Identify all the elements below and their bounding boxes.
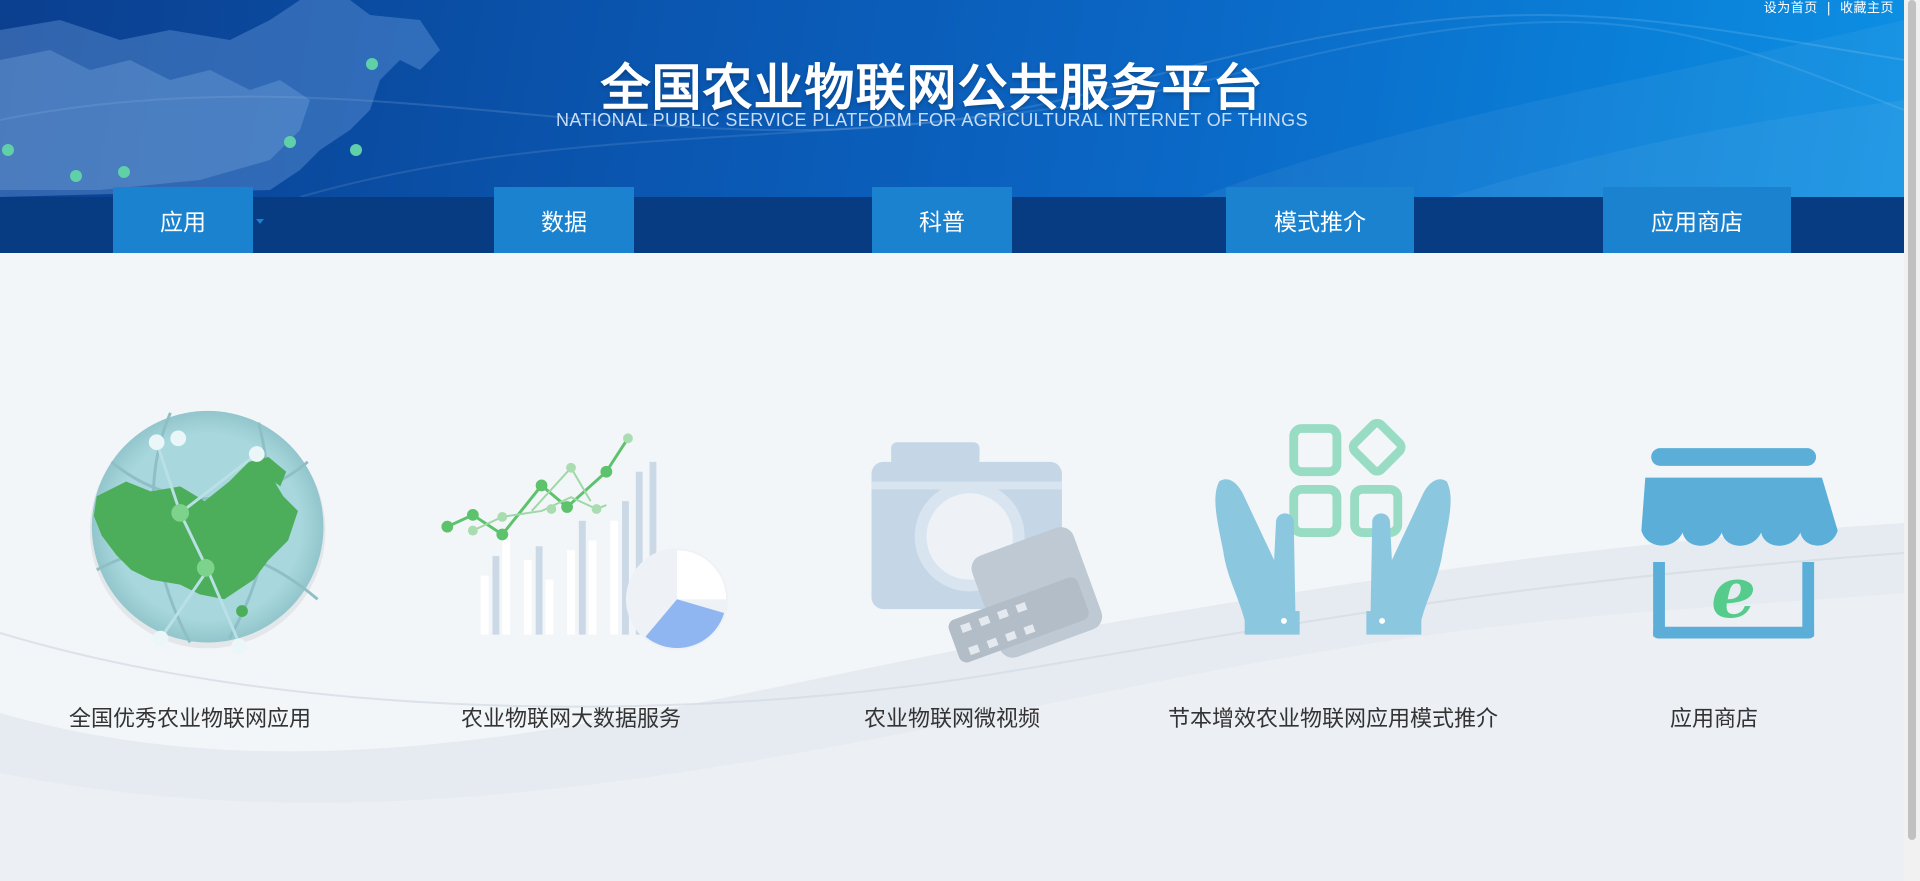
set-home-link[interactable]: 设为首页 (1764, 1, 1818, 16)
card-big-data[interactable]: 农业物联网大数据服务 (381, 403, 761, 733)
big-data-chart-icon (441, 433, 729, 651)
vertical-scrollbar[interactable] (1904, 0, 1920, 881)
card-label: 节本增效农业物联网应用模式推介 (1167, 707, 1498, 732)
scrollbar-thumb[interactable] (1908, 0, 1916, 840)
card-label: 全国优秀农业物联网应用 (68, 707, 311, 732)
hands-apps-icon (1215, 418, 1451, 635)
top-links: 设为首页 | 收藏主页 (1764, 0, 1894, 16)
e-store-icon: e (1641, 448, 1838, 639)
card-micro-video[interactable]: 农业物联网微视频 (762, 403, 1142, 733)
main-content: 全国优秀农业物联网应用 农业物联网大数据服务 农业物联网微视频 节本增效农业物联… (0, 253, 1904, 881)
card-label: 农业物联网大数据服务 (460, 707, 681, 732)
top-links-separator: | (1826, 1, 1832, 16)
card-label: 农业物联网微视频 (863, 707, 1040, 732)
card-excellent-applications[interactable]: 全国优秀农业物联网应用 (0, 403, 380, 733)
nav-tab-apps[interactable]: 应用 (113, 187, 253, 253)
header-banner: 设为首页 | 收藏主页 全国农业物联网公共服务平台 NATIONAL PUBLI… (0, 0, 1904, 197)
svg-text:e: e (1711, 551, 1756, 634)
card-model-recommendation[interactable]: 节本增效农业物联网应用模式推介 (1143, 403, 1523, 733)
card-app-store[interactable]: e 应用商店 (1524, 403, 1904, 733)
card-label: 应用商店 (1669, 707, 1758, 732)
nav-dropdown-indicator-icon (256, 219, 264, 224)
site-subtitle: NATIONAL PUBLIC SERVICE PLATFORM FOR AGR… (556, 110, 1308, 130)
nav-tab-model-recommend[interactable]: 模式推介 (1226, 187, 1414, 253)
nav-tab-data[interactable]: 数据 (494, 187, 634, 253)
favorite-link[interactable]: 收藏主页 (1840, 1, 1894, 16)
china-map-globe-icon (89, 410, 326, 655)
nav-tab-science[interactable]: 科普 (872, 187, 1012, 253)
camera-film-icon (871, 442, 1103, 663)
page: 设为首页 | 收藏主页 全国农业物联网公共服务平台 NATIONAL PUBLI… (0, 0, 1904, 881)
nav-tab-app-store[interactable]: 应用商店 (1603, 187, 1791, 253)
